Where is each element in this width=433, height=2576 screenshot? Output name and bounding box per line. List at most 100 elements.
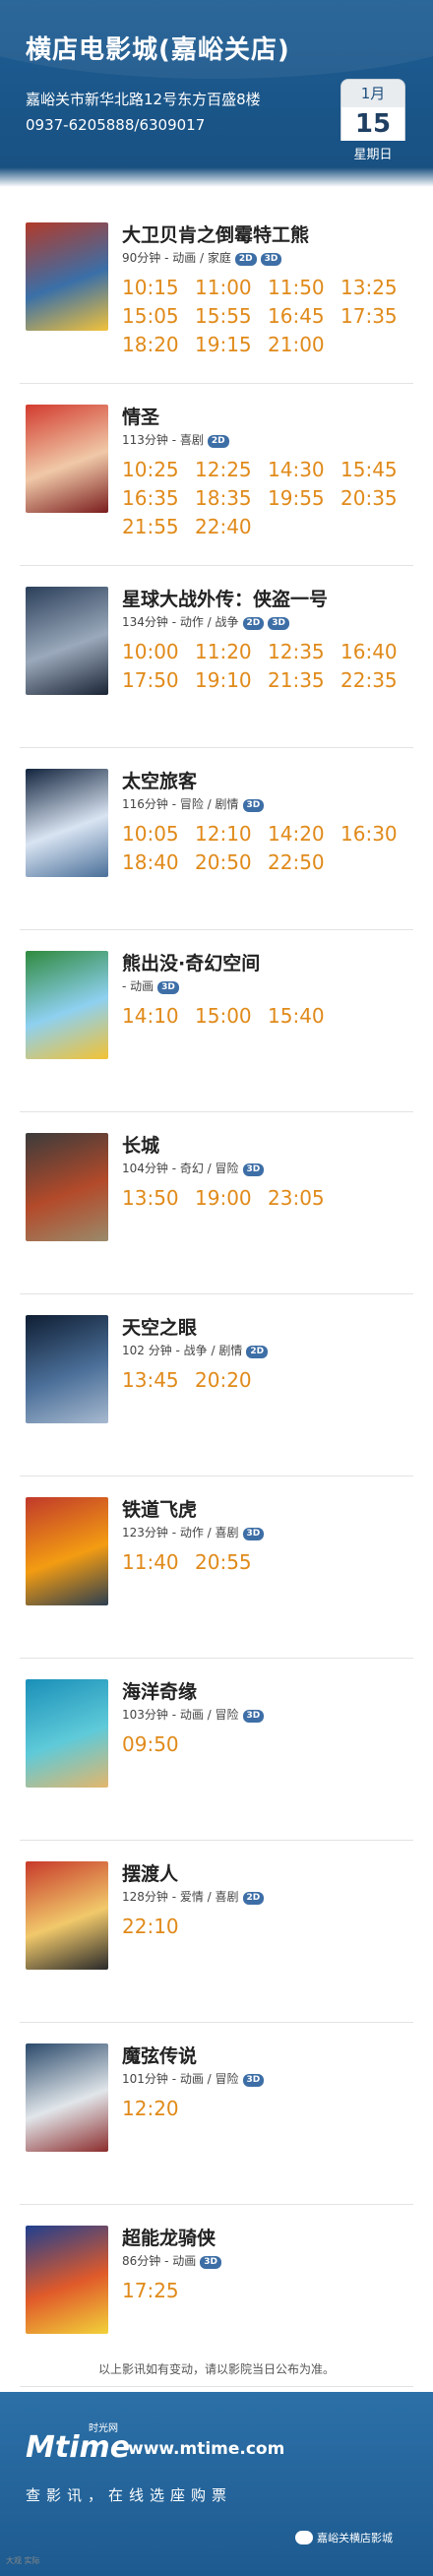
cinema-address: 嘉峪关市新华北路12号东方百盛8楼 xyxy=(26,91,261,108)
showtime[interactable]: 20:35 xyxy=(340,484,413,513)
movie-poster[interactable] xyxy=(26,1133,108,1241)
movie-meta-text: 116分钟 - 冒险 / 剧情 xyxy=(122,797,239,811)
showtime[interactable]: 12:25 xyxy=(195,456,268,484)
movie-title[interactable]: 超能龙骑侠 xyxy=(122,2226,413,2251)
showtime[interactable]: 18:40 xyxy=(122,848,195,877)
showtime[interactable]: 23:05 xyxy=(268,1184,340,1213)
movie-title[interactable]: 星球大战外传：侠盗一号 xyxy=(122,587,413,612)
showtime[interactable]: 22:40 xyxy=(195,513,268,541)
movie-info: 情圣 113分钟 - 喜剧 2D 10:25 12:25 14:30 15:45 16:35 1… xyxy=(122,405,413,541)
showtime[interactable]: 19:10 xyxy=(195,666,268,695)
mtime-slogan: 查影讯，在线选座购票 xyxy=(26,2486,233,2504)
showtime[interactable]: 15:55 xyxy=(195,302,268,331)
movie-divider xyxy=(20,2386,413,2387)
showtime[interactable]: 09:50 xyxy=(122,1730,195,1759)
showtime[interactable]: 14:30 xyxy=(268,456,340,484)
movie-poster[interactable] xyxy=(26,1497,108,1605)
movie-title[interactable]: 魔弦传说 xyxy=(122,2043,413,2069)
showtime[interactable]: 16:30 xyxy=(340,820,413,848)
movie-title[interactable]: 情圣 xyxy=(122,405,413,430)
showtime[interactable]: 15:05 xyxy=(122,302,195,331)
showtime[interactable]: 21:35 xyxy=(268,666,340,695)
movie-meta: 103分钟 - 动画 / 冒险 3D xyxy=(122,1705,413,1725)
movie-info: 铁道飞虎 123分钟 - 动作 / 喜剧 3D 11:40 20:55 xyxy=(122,1497,413,1577)
movie-poster[interactable] xyxy=(26,1679,108,1788)
format-badge: 3D xyxy=(260,253,282,266)
movie-info: 天空之眼 102 分钟 - 战争 / 剧情 2D 13:45 20:20 xyxy=(122,1315,413,1395)
wechat-icon xyxy=(295,2531,313,2545)
movie-info: 长城 104分钟 - 奇幻 / 冒险 3D 13:50 19:00 23:05 xyxy=(122,1133,413,1213)
showtime[interactable]: 20:55 xyxy=(195,1548,268,1577)
movie-poster[interactable] xyxy=(26,1861,108,1970)
date-card: 1月 15 星期日 xyxy=(340,79,405,173)
movie-poster[interactable] xyxy=(26,587,108,695)
showtime[interactable]: 13:45 xyxy=(122,1366,195,1395)
mtime-logo[interactable]: Mtime xyxy=(26,2431,130,2465)
wechat-account[interactable]: 嘉峪关横店影城 xyxy=(295,2530,393,2545)
movie-poster[interactable] xyxy=(26,769,108,877)
movie-poster[interactable] xyxy=(26,951,108,1059)
showtime[interactable]: 12:10 xyxy=(195,820,268,848)
showtime[interactable]: 21:00 xyxy=(268,331,340,359)
showtime-grid: 22:10 xyxy=(122,1913,413,1941)
movie-title[interactable]: 长城 xyxy=(122,1133,413,1159)
cinema-phone[interactable]: 0937-6205888/6309017 xyxy=(26,116,205,134)
showtime[interactable]: 19:15 xyxy=(195,331,268,359)
movie-title[interactable]: 摆渡人 xyxy=(122,1861,413,1887)
movie-title[interactable]: 熊出没·奇幻空间 xyxy=(122,951,413,976)
showtime[interactable]: 16:45 xyxy=(268,302,340,331)
movie-poster[interactable] xyxy=(26,405,108,513)
showtime[interactable]: 14:20 xyxy=(268,820,340,848)
showtime[interactable]: 17:50 xyxy=(122,666,195,695)
movie-poster[interactable] xyxy=(26,1315,108,1423)
showtime[interactable]: 20:20 xyxy=(195,1366,268,1395)
showtime-grid: 13:50 19:00 23:05 xyxy=(122,1184,413,1213)
showtime[interactable]: 20:50 xyxy=(195,848,268,877)
showtime[interactable]: 15:00 xyxy=(195,1002,268,1031)
format-badge: 3D xyxy=(242,799,265,812)
showtime[interactable]: 11:20 xyxy=(195,638,268,666)
movie-meta: 123分钟 - 动作 / 喜剧 3D xyxy=(122,1523,413,1542)
showtime[interactable]: 22:50 xyxy=(268,848,340,877)
format-badge: 3D xyxy=(200,2256,221,2269)
showtime[interactable]: 18:35 xyxy=(195,484,268,513)
movie-title[interactable]: 大卫贝肯之倒霉特工熊 xyxy=(122,222,413,248)
showtime[interactable]: 11:50 xyxy=(268,274,340,302)
showtime[interactable]: 15:40 xyxy=(268,1002,340,1031)
showtime[interactable]: 13:25 xyxy=(340,274,413,302)
showtime[interactable]: 14:10 xyxy=(122,1002,195,1031)
movie-info: 海洋奇缘 103分钟 - 动画 / 冒险 3D 09:50 xyxy=(122,1679,413,1759)
showtime[interactable]: 22:10 xyxy=(122,1913,195,1941)
movie-poster[interactable] xyxy=(26,222,108,331)
wechat-account-name: 嘉峪关横店影城 xyxy=(317,2532,393,2545)
movie-poster[interactable] xyxy=(26,2226,108,2334)
movie-title[interactable]: 铁道飞虎 xyxy=(122,1497,413,1523)
showtime[interactable]: 11:00 xyxy=(195,274,268,302)
showtime[interactable]: 22:35 xyxy=(340,666,413,695)
movie-poster[interactable] xyxy=(26,2043,108,2152)
movie-divider xyxy=(20,747,413,748)
movie-title[interactable]: 天空之眼 xyxy=(122,1315,413,1341)
movie-meta: 102 分钟 - 战争 / 剧情 2D xyxy=(122,1341,413,1360)
showtime[interactable]: 10:00 xyxy=(122,638,195,666)
showtime[interactable]: 18:20 xyxy=(122,331,195,359)
movie-divider xyxy=(20,1658,413,1659)
movie-title[interactable]: 太空旅客 xyxy=(122,769,413,794)
movie-title[interactable]: 海洋奇缘 xyxy=(122,1679,413,1705)
showtime[interactable]: 17:35 xyxy=(340,302,413,331)
showtime[interactable]: 12:20 xyxy=(122,2095,195,2123)
showtime[interactable]: 16:35 xyxy=(122,484,195,513)
showtime[interactable]: 13:50 xyxy=(122,1184,195,1213)
showtime[interactable]: 11:40 xyxy=(122,1548,195,1577)
showtime[interactable]: 19:55 xyxy=(268,484,340,513)
showtime[interactable]: 12:35 xyxy=(268,638,340,666)
showtime[interactable]: 10:15 xyxy=(122,274,195,302)
showtime[interactable]: 10:25 xyxy=(122,456,195,484)
showtime[interactable]: 17:25 xyxy=(122,2277,195,2305)
showtime[interactable]: 21:55 xyxy=(122,513,195,541)
showtime[interactable]: 10:05 xyxy=(122,820,195,848)
mtime-site-link[interactable]: www.mtime.com xyxy=(128,2439,284,2459)
showtime[interactable]: 15:45 xyxy=(340,456,413,484)
showtime[interactable]: 19:00 xyxy=(195,1184,268,1213)
showtime[interactable]: 16:40 xyxy=(340,638,413,666)
